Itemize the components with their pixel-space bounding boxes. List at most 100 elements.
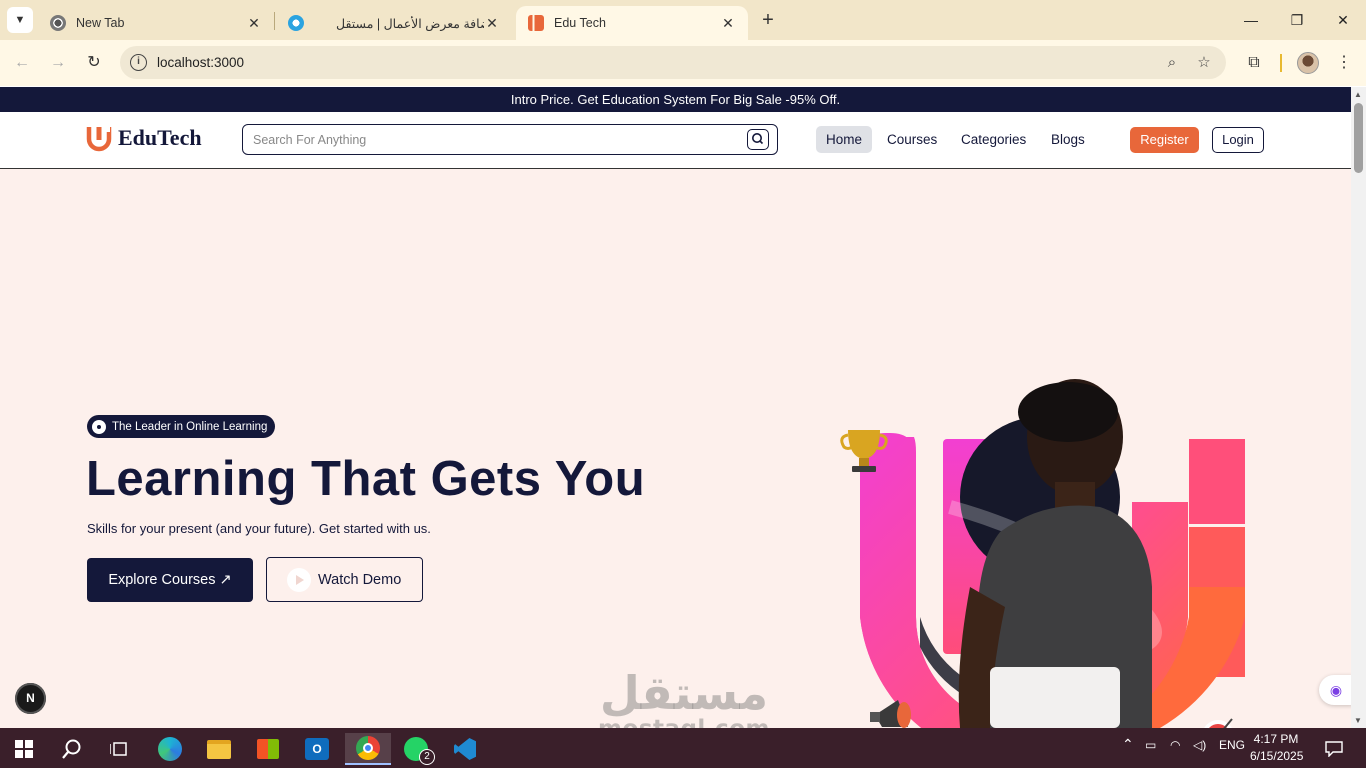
vscode-taskbar-icon[interactable] xyxy=(445,733,485,765)
hero-subtitle: Skills for your present (and your future… xyxy=(87,521,431,536)
outlook-taskbar-icon[interactable]: O xyxy=(297,733,337,765)
file-explorer-taskbar-icon[interactable] xyxy=(199,733,239,765)
search-input[interactable]: Search For Anything xyxy=(242,124,778,155)
chevron-down-icon: ▼ xyxy=(14,14,26,26)
edge-icon xyxy=(158,737,182,761)
watch-demo-button[interactable]: Watch Demo xyxy=(266,557,423,602)
new-tab-button[interactable]: + xyxy=(758,10,778,30)
store-icon xyxy=(257,739,279,759)
volume-icon[interactable]: ◁) xyxy=(1193,738,1206,752)
hero-illustration xyxy=(840,379,1245,728)
task-view-button[interactable] xyxy=(100,733,140,765)
close-icon[interactable]: ✕ xyxy=(246,15,262,31)
folder-icon xyxy=(207,739,231,759)
register-button[interactable]: Register xyxy=(1130,127,1199,153)
mostaql-icon xyxy=(288,15,304,31)
notification-icon xyxy=(1325,741,1343,757)
url-text[interactable]: localhost:3000 xyxy=(157,55,244,70)
toolbar-separator xyxy=(1280,54,1282,72)
search-placeholder: Search For Anything xyxy=(253,133,367,147)
reload-icon: ↻ xyxy=(87,54,101,71)
megaphone-icon xyxy=(870,700,911,728)
page-scrollbar[interactable]: ▲ ▼ xyxy=(1351,87,1366,728)
page-viewport: Intro Price. Get Education System For Bi… xyxy=(0,87,1351,728)
close-icon: ✕ xyxy=(1337,12,1349,28)
nav-categories[interactable]: Categories xyxy=(951,126,1036,153)
zoom-icon[interactable]: ⌕ xyxy=(1162,53,1182,73)
site-header: EduTech Search For Anything Home Courses… xyxy=(0,112,1351,169)
explore-courses-button[interactable]: Explore Courses ↗ xyxy=(87,558,253,602)
language-indicator[interactable]: ENG xyxy=(1219,738,1245,752)
close-icon[interactable]: ✕ xyxy=(720,15,736,31)
edutech-favicon-icon xyxy=(528,15,544,31)
kebab-menu-icon: ⋮ xyxy=(1336,54,1352,71)
search-button[interactable] xyxy=(747,129,769,150)
whatsapp-taskbar-icon[interactable]: 2 xyxy=(396,733,436,765)
address-bar[interactable]: i localhost:3000 ⌕ ☆ xyxy=(120,46,1226,79)
whatsapp-icon: 2 xyxy=(404,737,435,765)
brain-icon: ◉ xyxy=(1329,682,1343,698)
watermark-latin: mostaql.com xyxy=(598,716,770,728)
dot-square xyxy=(1189,439,1245,524)
close-window-button[interactable]: ✕ xyxy=(1331,8,1355,32)
chrome-taskbar-icon[interactable] xyxy=(345,733,391,765)
clock-time: 4:17 PM xyxy=(1253,732,1299,746)
minimize-button[interactable]: — xyxy=(1239,8,1263,32)
start-button[interactable] xyxy=(4,733,44,765)
nav-blogs[interactable]: Blogs xyxy=(1041,126,1095,153)
notifications-button[interactable] xyxy=(1314,733,1354,765)
vscode-icon xyxy=(454,738,476,760)
nextjs-dev-indicator[interactable]: N xyxy=(15,683,46,714)
side-widget[interactable]: ◉ xyxy=(1319,675,1351,705)
scroll-down-icon[interactable]: ▼ xyxy=(1354,716,1362,725)
chrome-menu-button[interactable]: ⋮ xyxy=(1333,52,1355,74)
tab-new-tab[interactable]: New Tab ✕ xyxy=(38,6,274,40)
browser-toolbar: ← → ↻ i localhost:3000 ⌕ ☆ ⧉ ⋮ xyxy=(0,40,1366,86)
windows-taskbar: O 2 ⌃ ▭ ◠ ◁) ENG 4:17 PM 6/15/2025 xyxy=(0,728,1366,768)
back-button[interactable]: ← xyxy=(10,51,34,75)
minimize-icon: — xyxy=(1244,12,1258,28)
nav-home[interactable]: Home xyxy=(816,126,873,153)
windows-logo-icon xyxy=(15,740,33,758)
restore-icon: ❐ xyxy=(1290,12,1304,28)
profile-avatar[interactable] xyxy=(1297,52,1319,74)
site-info-icon[interactable]: i xyxy=(130,54,147,71)
tray-overflow-icon[interactable]: ⌃ xyxy=(1122,736,1134,753)
forward-button[interactable]: → xyxy=(46,51,70,75)
close-icon[interactable]: ✕ xyxy=(484,15,500,31)
tab-separator xyxy=(274,12,275,30)
hero-badge: The Leader in Online Learning xyxy=(87,415,276,438)
whatsapp-badge: 2 xyxy=(419,749,435,765)
badge-dot-icon xyxy=(92,419,106,434)
store-taskbar-icon[interactable] xyxy=(248,733,288,765)
target-icon xyxy=(1204,718,1233,728)
site-logo[interactable]: EduTech xyxy=(86,124,202,152)
extensions-button[interactable]: ⧉ xyxy=(1243,52,1265,74)
arrow-left-icon: ← xyxy=(14,54,30,71)
promo-banner: Intro Price. Get Education System For Bi… xyxy=(0,87,1351,112)
tab-mostaql[interactable]: إضافة معرض الأعمال | مستقل ✕ xyxy=(276,6,512,40)
task-view-icon xyxy=(110,742,127,756)
tab-title: Edu Tech xyxy=(554,16,606,30)
tab-search-button[interactable]: ▼ xyxy=(7,7,33,33)
search-taskbar-button[interactable] xyxy=(52,733,92,765)
tab-edu-tech[interactable]: Edu Tech ✕ xyxy=(516,6,748,40)
wifi-icon[interactable]: ◠ xyxy=(1170,738,1180,752)
battery-icon[interactable]: ▭ xyxy=(1145,738,1156,752)
edge-taskbar-icon[interactable] xyxy=(150,733,190,765)
arrow-right-icon: → xyxy=(50,54,66,71)
tab-strip: ▼ New Tab ✕ إضافة معرض الأعمال | مستقل ✕… xyxy=(0,0,1366,40)
reload-button[interactable]: ↻ xyxy=(82,51,106,75)
watermark-arabic: مستقل xyxy=(599,666,769,720)
clock[interactable]: 4:17 PM 6/15/2025 xyxy=(1250,731,1303,765)
login-button[interactable]: Login xyxy=(1212,127,1264,153)
nav-courses[interactable]: Courses xyxy=(877,126,947,153)
hero-badge-text: The Leader in Online Learning xyxy=(112,420,268,433)
scroll-up-icon[interactable]: ▲ xyxy=(1354,90,1362,99)
search-icon xyxy=(752,133,764,145)
scroll-thumb[interactable] xyxy=(1354,103,1363,173)
bookmark-star-icon[interactable]: ☆ xyxy=(1194,53,1214,73)
star-icon: ☆ xyxy=(1197,54,1211,71)
restore-button[interactable]: ❐ xyxy=(1285,8,1309,32)
info-icon: i xyxy=(137,56,140,67)
